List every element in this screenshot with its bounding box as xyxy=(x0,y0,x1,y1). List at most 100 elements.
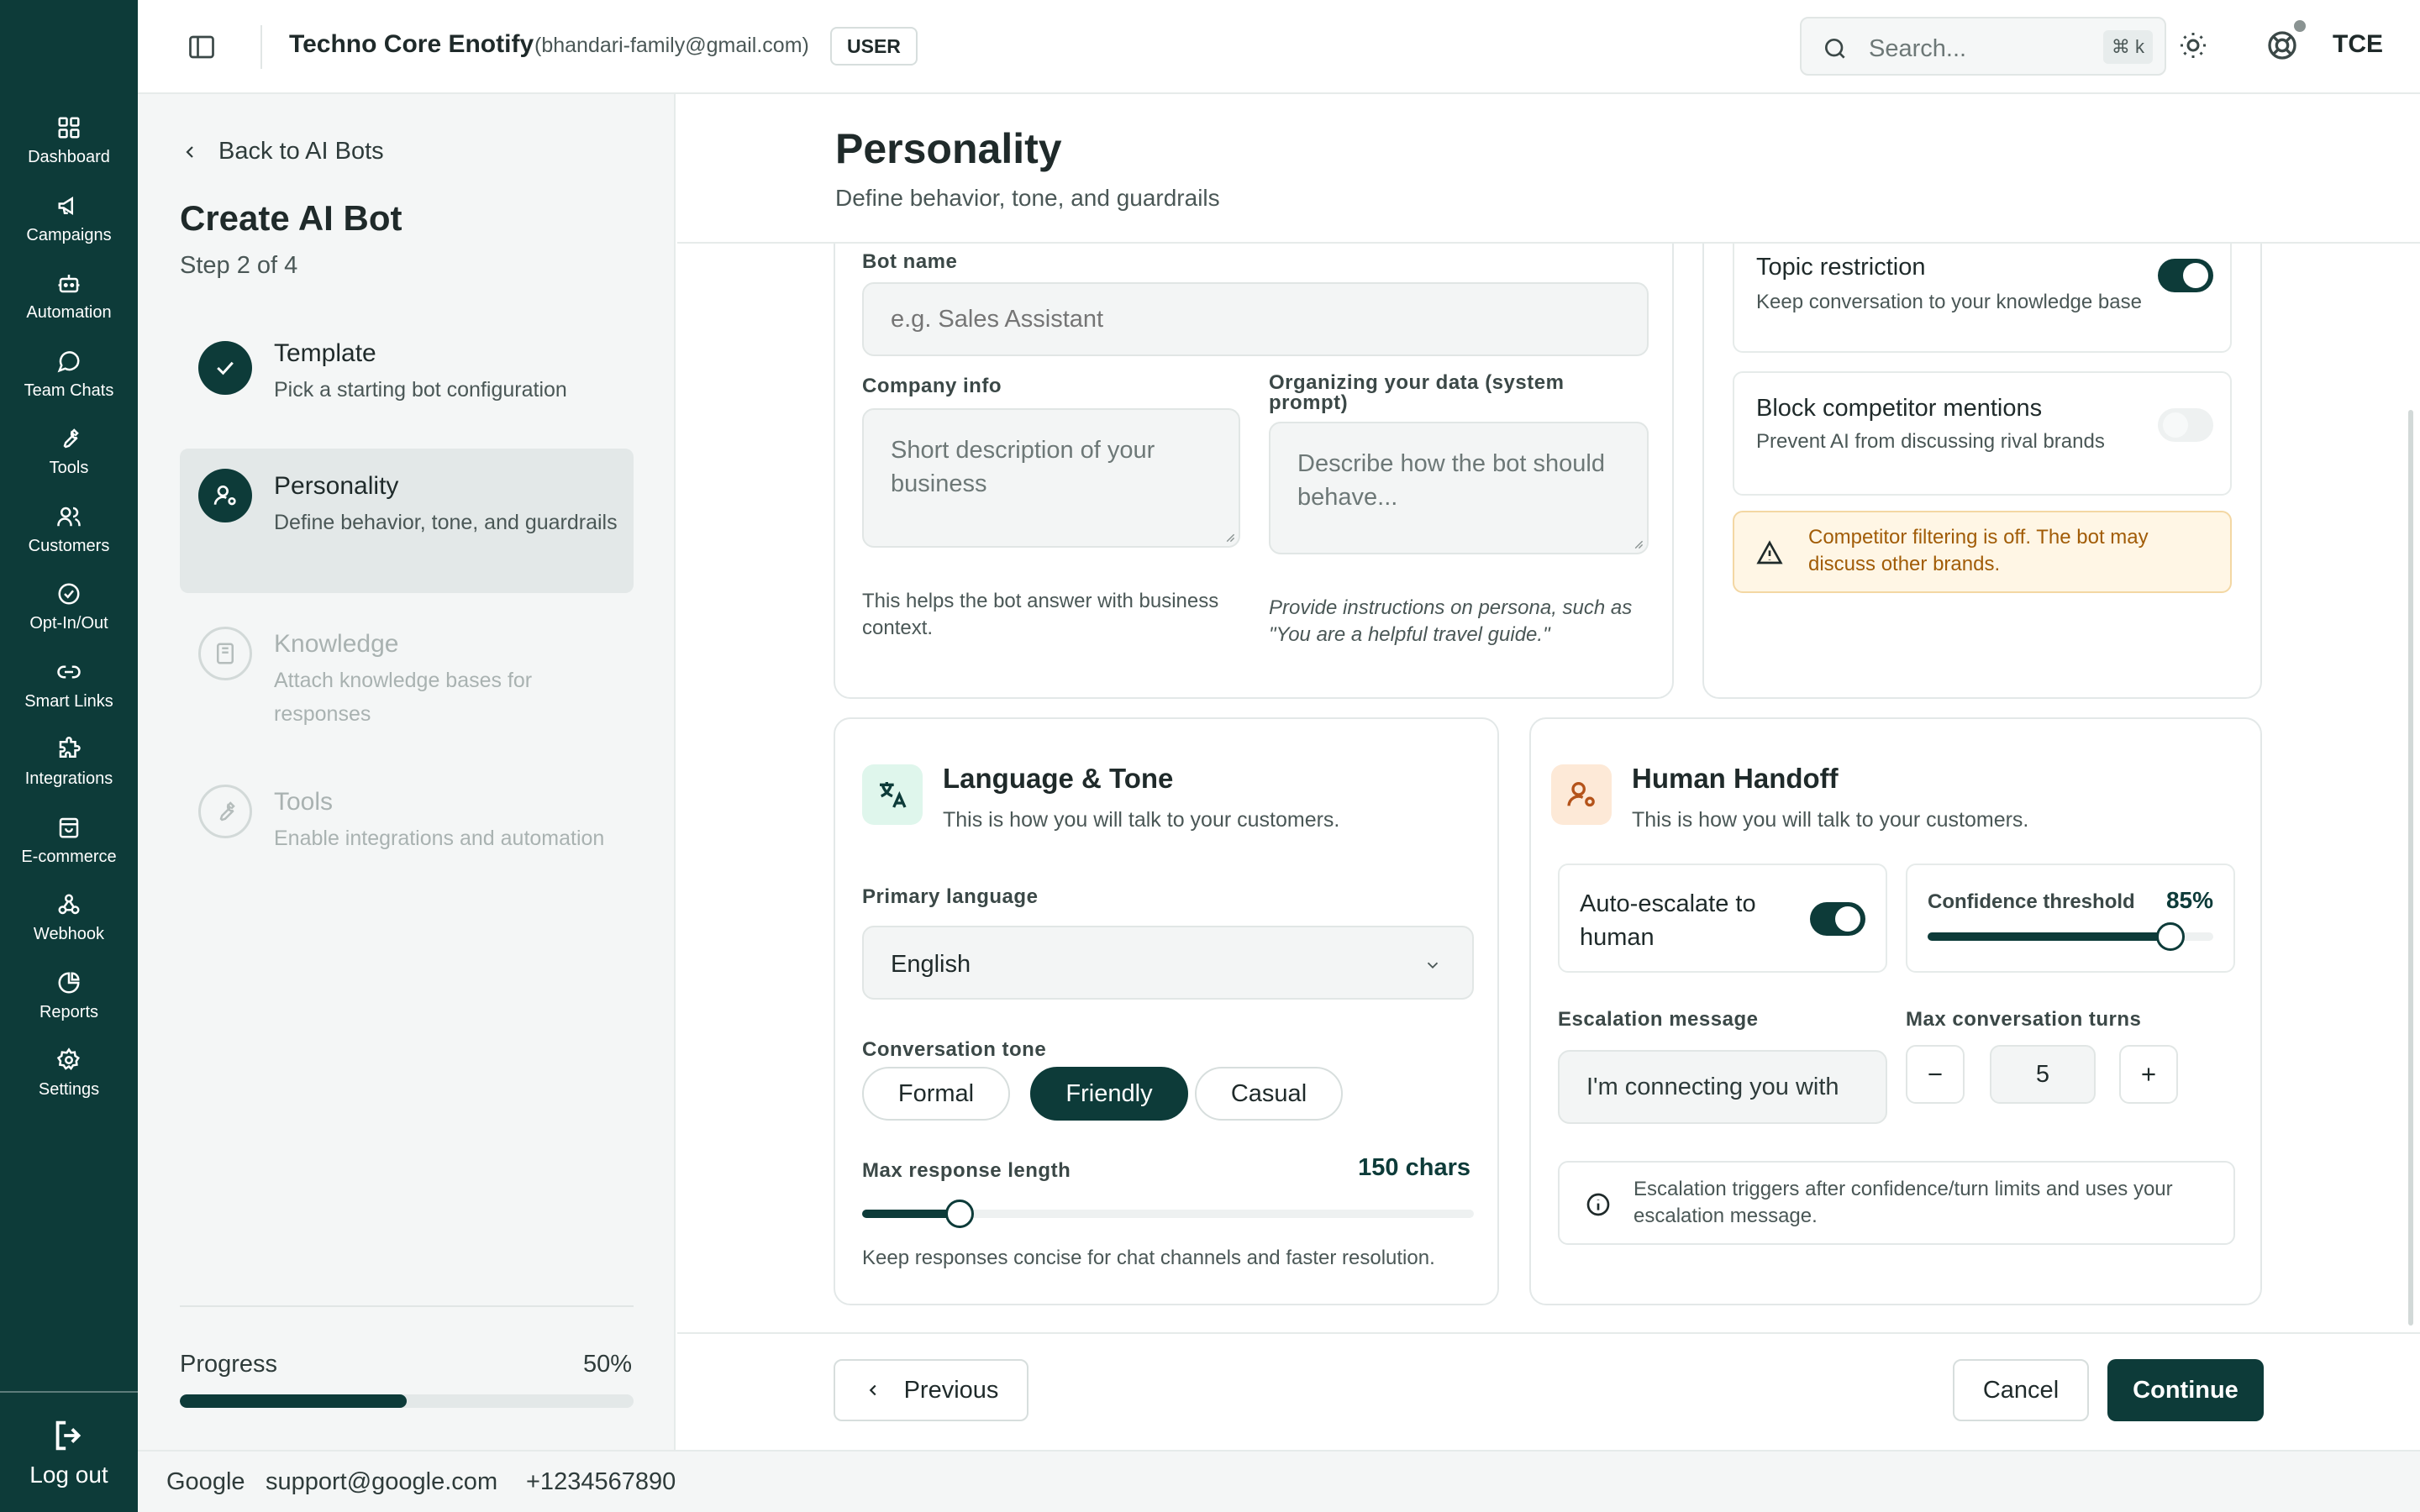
logout-button[interactable]: Log out xyxy=(0,1416,138,1488)
option-title: Block competitor mentions xyxy=(1756,395,2043,422)
section-subtitle: This is how you will talk to your custom… xyxy=(1632,808,2029,832)
nav-item-settings[interactable]: Settings xyxy=(0,1045,138,1100)
decrement-turns-button[interactable] xyxy=(1906,1045,1965,1104)
role-badge: USER xyxy=(830,27,918,66)
step-template[interactable]: Template Pick a starting bot configurati… xyxy=(180,326,634,432)
nav-item-label: Customers xyxy=(28,537,110,555)
competitor-warning: Competitor filtering is off. The bot may… xyxy=(1733,511,2232,593)
support-company: Google xyxy=(166,1468,245,1495)
step-tools[interactable]: Tools Enable integrations and automation xyxy=(180,766,634,875)
block-competitor-option: Block competitor mentions Prevent AI fro… xyxy=(1733,371,2232,496)
step-desc: Pick a starting bot configuration xyxy=(274,378,567,402)
step-count: Step 2 of 4 xyxy=(180,252,298,279)
company-info-helper: This helps the bot answer with business … xyxy=(862,590,1219,639)
block-competitor-toggle[interactable] xyxy=(2158,408,2213,442)
nav-item-customers[interactable]: Customers xyxy=(0,501,138,556)
nav-item-dashboard[interactable]: Dashboard xyxy=(0,113,138,167)
chevron-left-icon xyxy=(180,142,200,162)
theme-toggle-button[interactable] xyxy=(2178,30,2208,60)
step-title: Tools xyxy=(274,788,334,816)
nav-item-label: Reports xyxy=(39,1003,99,1021)
page-title: Personality xyxy=(835,125,1062,172)
wizard-stepper: Back to AI Bots Create AI Bot Step 2 of … xyxy=(138,94,676,1450)
previous-label: Previous xyxy=(903,1376,999,1404)
sun-icon xyxy=(2181,33,2206,58)
nav-item-label: Opt-In/Out xyxy=(29,614,108,633)
progress-bar xyxy=(180,1394,634,1408)
conversation-tone-label: Conversation tone xyxy=(862,1038,1047,1061)
rail-divider xyxy=(0,1391,138,1393)
topic-restriction-option: Topic restriction Keep conversation to y… xyxy=(1733,227,2232,353)
tone-formal-option[interactable]: Formal xyxy=(862,1067,1010,1121)
notification-dot xyxy=(2294,20,2306,32)
topbar-divider xyxy=(260,25,262,69)
nav-item-campaigns[interactable]: Campaigns xyxy=(0,191,138,245)
progress-bar-fill xyxy=(180,1394,407,1408)
shopping-bag-icon xyxy=(54,812,84,843)
logout-icon xyxy=(50,1416,88,1455)
selected-language: English xyxy=(891,951,971,978)
nav-item-label: Integrations xyxy=(24,769,113,788)
escalation-message-input[interactable]: I'm connecting you with xyxy=(1558,1050,1887,1124)
tone-casual-option[interactable]: Casual xyxy=(1195,1067,1343,1121)
back-to-ai-bots-link[interactable]: Back to AI Bots xyxy=(180,138,384,165)
progress-value: 50% xyxy=(582,1351,632,1378)
user-avatar[interactable]: TCE xyxy=(2333,30,2383,59)
option-desc: Prevent AI from discussing rival brands xyxy=(1756,430,2105,453)
company-info-textarea[interactable]: Short description of your business xyxy=(862,408,1240,548)
tone-friendly-option[interactable]: Friendly xyxy=(1030,1067,1188,1121)
confidence-slider[interactable] xyxy=(1928,922,2213,951)
nav-item-smart-links[interactable]: Smart Links xyxy=(0,657,138,711)
nav-item-tools[interactable]: Tools xyxy=(0,423,138,478)
back-link-label: Back to AI Bots xyxy=(218,138,384,165)
wrench-icon xyxy=(198,785,252,838)
support-email[interactable]: support@google.com xyxy=(266,1468,497,1496)
continue-button[interactable]: Continue xyxy=(2107,1359,2264,1421)
support-button[interactable] xyxy=(2265,29,2299,62)
nav-item-webhook[interactable]: Webhook xyxy=(0,890,138,944)
nav-item-label: Settings xyxy=(38,1080,100,1099)
step-title: Personality xyxy=(274,472,399,500)
option-desc: Keep conversation to your knowledge base xyxy=(1756,291,2142,313)
scrollbar-thumb[interactable] xyxy=(2408,410,2413,1326)
primary-language-select[interactable]: English xyxy=(862,926,1474,1000)
confidence-threshold-option: Confidence threshold 85% xyxy=(1906,864,2235,973)
max-length-slider[interactable] xyxy=(862,1200,1474,1228)
step-personality[interactable]: Personality Define behavior, tone, and g… xyxy=(180,449,634,593)
chat-bubble-icon xyxy=(54,346,84,376)
nav-item-label: Smart Links xyxy=(24,692,113,711)
nav-item-team-chats[interactable]: Team Chats xyxy=(0,346,138,401)
guardrails-card: Topic restriction Keep conversation to y… xyxy=(1702,178,2262,699)
slider-thumb[interactable] xyxy=(2156,922,2185,951)
warning-text: Competitor filtering is off. The bot may… xyxy=(1808,526,2149,575)
org-email: (bhandari-family@gmail.com) xyxy=(534,34,809,57)
nav-item-opt-in-out[interactable]: Opt-In/Out xyxy=(0,579,138,633)
confidence-value: 85% xyxy=(2165,887,2213,913)
section-title: Human Handoff xyxy=(1632,763,1839,794)
topic-restriction-toggle[interactable] xyxy=(2158,259,2213,292)
increment-turns-button[interactable] xyxy=(2119,1045,2178,1104)
nav-item-automation[interactable]: Automation xyxy=(0,268,138,323)
option-title: Auto-escalate to human xyxy=(1580,890,1756,951)
support-phone[interactable]: +1234567890 xyxy=(526,1468,676,1496)
system-prompt-textarea[interactable]: Describe how the bot should behave... xyxy=(1269,422,1649,554)
top-bar: Techno Core Enotify (bhandari-family@gma… xyxy=(138,0,2420,94)
nav-item-e-commerce[interactable]: E-commerce xyxy=(0,812,138,867)
slider-thumb[interactable] xyxy=(945,1200,975,1228)
nav-item-label: Team Chats xyxy=(24,381,114,400)
status-bar: Google support@google.com +1234567890 xyxy=(138,1450,2420,1512)
previous-button[interactable]: Previous xyxy=(834,1359,1028,1421)
info-icon xyxy=(1586,1193,1610,1216)
bot-name-input[interactable] xyxy=(862,282,1649,356)
step-knowledge[interactable]: Knowledge Attach knowledge bases for res… xyxy=(180,608,634,751)
nav-item-reports[interactable]: Reports xyxy=(0,968,138,1022)
cancel-button[interactable]: Cancel xyxy=(1953,1359,2089,1421)
company-info-placeholder: Short description of your business xyxy=(891,437,1155,497)
system-prompt-placeholder: Describe how the bot should behave... xyxy=(1297,450,1605,511)
max-turns-value[interactable]: 5 xyxy=(1990,1045,2096,1104)
auto-escalate-toggle[interactable] xyxy=(1810,902,1865,936)
sidebar-toggle-button[interactable] xyxy=(187,32,217,62)
nav-item-integrations[interactable]: Integrations xyxy=(0,734,138,789)
nav-item-label: E-commerce xyxy=(21,848,117,866)
search-input[interactable]: Search... ⌘ k xyxy=(1800,17,2166,76)
